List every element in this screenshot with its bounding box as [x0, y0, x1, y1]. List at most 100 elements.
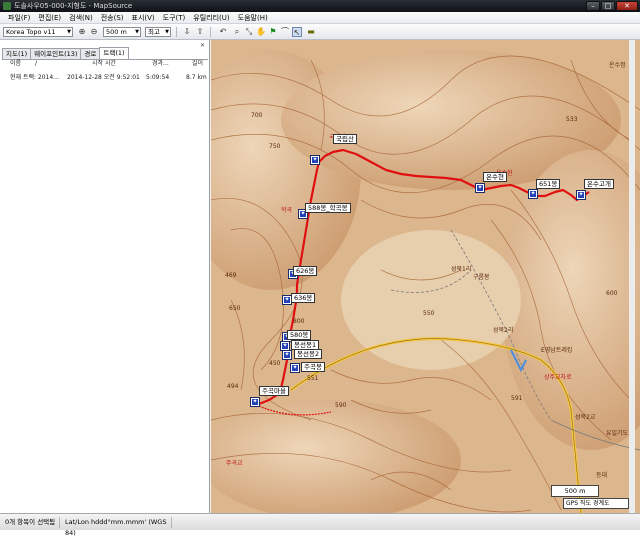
zoom-in-icon[interactable]: ⊕ — [77, 27, 87, 37]
menu-tools[interactable]: 도구(T) — [159, 12, 190, 23]
hiker-waypoint-icon[interactable]: ✦ — [250, 397, 260, 407]
contour-label: 590 — [335, 402, 347, 409]
tab-tracks[interactable]: 트랙(1) — [99, 47, 129, 59]
place-label: 온수정 — [609, 62, 626, 69]
menu-edit[interactable]: 편집(E) — [34, 12, 65, 23]
column-name[interactable]: 이름 — [10, 60, 21, 68]
contour-label: 550 — [423, 310, 435, 317]
minimize-button[interactable]: – — [586, 1, 600, 11]
hiker-waypoint-icon[interactable]: ✦ — [282, 295, 292, 305]
selection-status: 0개 항목이 선택됨 — [2, 517, 60, 528]
contour-label: 800 — [293, 318, 305, 325]
waypoint-label[interactable]: 636봉 — [291, 293, 316, 303]
window-title: 도솔사우05-000-지형도 - MapSource — [14, 2, 133, 10]
zoom-scale-value: 500 m — [106, 28, 127, 36]
hiker-waypoint-icon[interactable]: ✦ — [528, 189, 538, 199]
toolbar: Korea Topo v11 ▼ ⊕ ⊖ 500 m ▼ 최고 ▼ ⇩ ⇧ ↶ … — [0, 24, 640, 40]
toolbar-separator — [176, 27, 177, 37]
waypoint-label[interactable]: 주곡마을 — [259, 386, 289, 396]
hiker-waypoint-icon[interactable]: ✦ — [475, 183, 485, 193]
menu-help[interactable]: 도움말(H) — [234, 12, 272, 23]
tab-maps[interactable]: 지도(1) — [2, 48, 32, 59]
contour-label: 591 — [511, 395, 523, 402]
measure-tool-icon[interactable]: ▬ — [306, 27, 316, 37]
menu-search[interactable]: 검색(N) — [65, 12, 97, 23]
menu-file[interactable]: 파일(F) — [4, 12, 34, 23]
track-elapsed: 5:09:54 — [146, 74, 170, 81]
hiker-waypoint-icon[interactable]: ✦ — [282, 350, 292, 360]
waypoint-flag-icon[interactable]: ⚑ — [268, 27, 278, 37]
hiker-waypoint-icon[interactable]: ✦ — [280, 341, 290, 351]
column-elapsed[interactable]: 경과... — [152, 60, 169, 68]
mapsource-window: 도솔사우05-000-지형도 - MapSource – □ ✕ 파일(F) 편… — [0, 0, 640, 537]
chevron-down-icon: ▼ — [165, 29, 169, 35]
track-list-header: 이름 / 시작 시간 경과... 길이 — [2, 59, 208, 67]
place-label: 성북2교 — [575, 414, 596, 421]
hiker-waypoint-icon[interactable]: ✦ — [576, 190, 586, 200]
track-start-time: 2014-12-28 오전 9:52:01 — [67, 74, 140, 81]
app-icon — [3, 2, 11, 10]
contour-label: 533 — [566, 116, 578, 123]
menu-view[interactable]: 표시(V) — [128, 12, 159, 23]
waypoint-label[interactable]: 봉선봉2 — [294, 349, 323, 359]
map-view[interactable]: 700 750 800 450 650 550 600 533 591 590 … — [211, 40, 640, 513]
panel-tabs: 지도(1) 웨이포인트(13) 경로 트랙(1) — [2, 47, 129, 59]
maximize-button[interactable]: □ — [601, 1, 615, 11]
select-tool-icon[interactable]: ⤡ — [244, 27, 254, 37]
chevron-down-icon: ▼ — [135, 29, 139, 35]
waypoint-label[interactable]: 580봉 — [287, 330, 312, 340]
track-length: 8.7 km — [186, 74, 207, 81]
waypoint-label[interactable]: 651봉 — [536, 179, 561, 189]
tab-routes[interactable]: 경로 — [80, 48, 101, 59]
waypoint-label[interactable]: 국립산 — [333, 134, 357, 144]
contour-label: 469 — [225, 272, 237, 279]
waypoint-label[interactable]: 온수고개 — [584, 179, 614, 189]
close-icon[interactable]: ✕ — [200, 43, 206, 49]
table-row[interactable]: 현재 트랙: 2014... 2014-12-28 오전 9:52:01 5:0… — [2, 74, 208, 82]
hiker-waypoint-icon[interactable]: ✦ — [290, 363, 300, 373]
waypoint-label[interactable]: 626봉 — [293, 266, 318, 276]
map-tool-icon[interactable]: ↶ — [218, 27, 228, 37]
toolbar-separator — [210, 27, 211, 37]
contour-label: 650 — [229, 305, 241, 312]
zoom-tool-icon[interactable]: ⌕ — [232, 27, 242, 37]
route-tool-icon[interactable]: ⌒ — [280, 27, 290, 37]
track-name: 현재 트랙: 2014... — [10, 74, 59, 81]
column-start-time[interactable]: 시작 시간 — [92, 60, 116, 68]
waypoint-label[interactable]: 주곡봉 — [301, 362, 325, 372]
zoom-out-icon[interactable]: ⊖ — [89, 27, 99, 37]
title-bar[interactable]: 도솔사우05-000-지형도 - MapSource – □ ✕ — [0, 0, 640, 12]
contour-label: 450 — [269, 360, 281, 367]
map-product-value: Korea Topo v11 — [6, 28, 56, 36]
detail-level-select[interactable]: 최고 ▼ — [145, 27, 171, 37]
position-format-status[interactable]: Lat/Lon hddd°mm.mmm' (WGS 84) — [62, 517, 172, 537]
contour-label: 600 — [606, 290, 618, 297]
map-scrollbar[interactable] — [629, 40, 635, 513]
column-sort[interactable]: / — [35, 60, 37, 68]
red-place-label: 학곡 — [281, 207, 293, 214]
waypoint-label[interactable]: 588봉_학곡봉 — [305, 203, 351, 213]
contour-label: 551 — [307, 375, 319, 382]
close-button[interactable]: ✕ — [616, 1, 638, 11]
zoom-scale-select[interactable]: 500 m ▼ — [103, 27, 141, 37]
place-label: 상주교차로 — [544, 374, 572, 381]
map-product-select[interactable]: Korea Topo v11 ▼ — [3, 27, 73, 37]
waypoint-label[interactable]: 온수현 — [483, 172, 507, 182]
hand-tool-icon[interactable]: ✋ — [256, 27, 266, 37]
receive-from-device-icon[interactable]: ⇩ — [182, 27, 192, 37]
topo-map-canvas[interactable] — [211, 40, 640, 513]
tab-waypoints[interactable]: 웨이포인트(13) — [30, 48, 82, 59]
menu-transfer[interactable]: 전송(S) — [97, 12, 128, 23]
red-place-label: 주곡교 — [226, 460, 243, 467]
place-label: E영남트레킹 — [541, 347, 573, 354]
send-to-device-icon[interactable]: ⇧ — [195, 27, 205, 37]
place-label: 등대 — [596, 472, 608, 479]
map-scale-indicator: 500 m — [551, 485, 599, 497]
pointer-tool-icon[interactable]: ↖ — [292, 27, 302, 37]
contour-label: 700 — [251, 112, 263, 119]
hiker-waypoint-icon[interactable]: ✦ — [310, 155, 320, 165]
column-length[interactable]: 길이 — [192, 60, 203, 68]
menu-utilities[interactable]: 유틸리티(U) — [189, 12, 233, 23]
contour-label: 750 — [269, 143, 281, 150]
menu-bar: 파일(F) 편집(E) 검색(N) 전송(S) 표시(V) 도구(T) 유틸리티… — [0, 12, 640, 24]
